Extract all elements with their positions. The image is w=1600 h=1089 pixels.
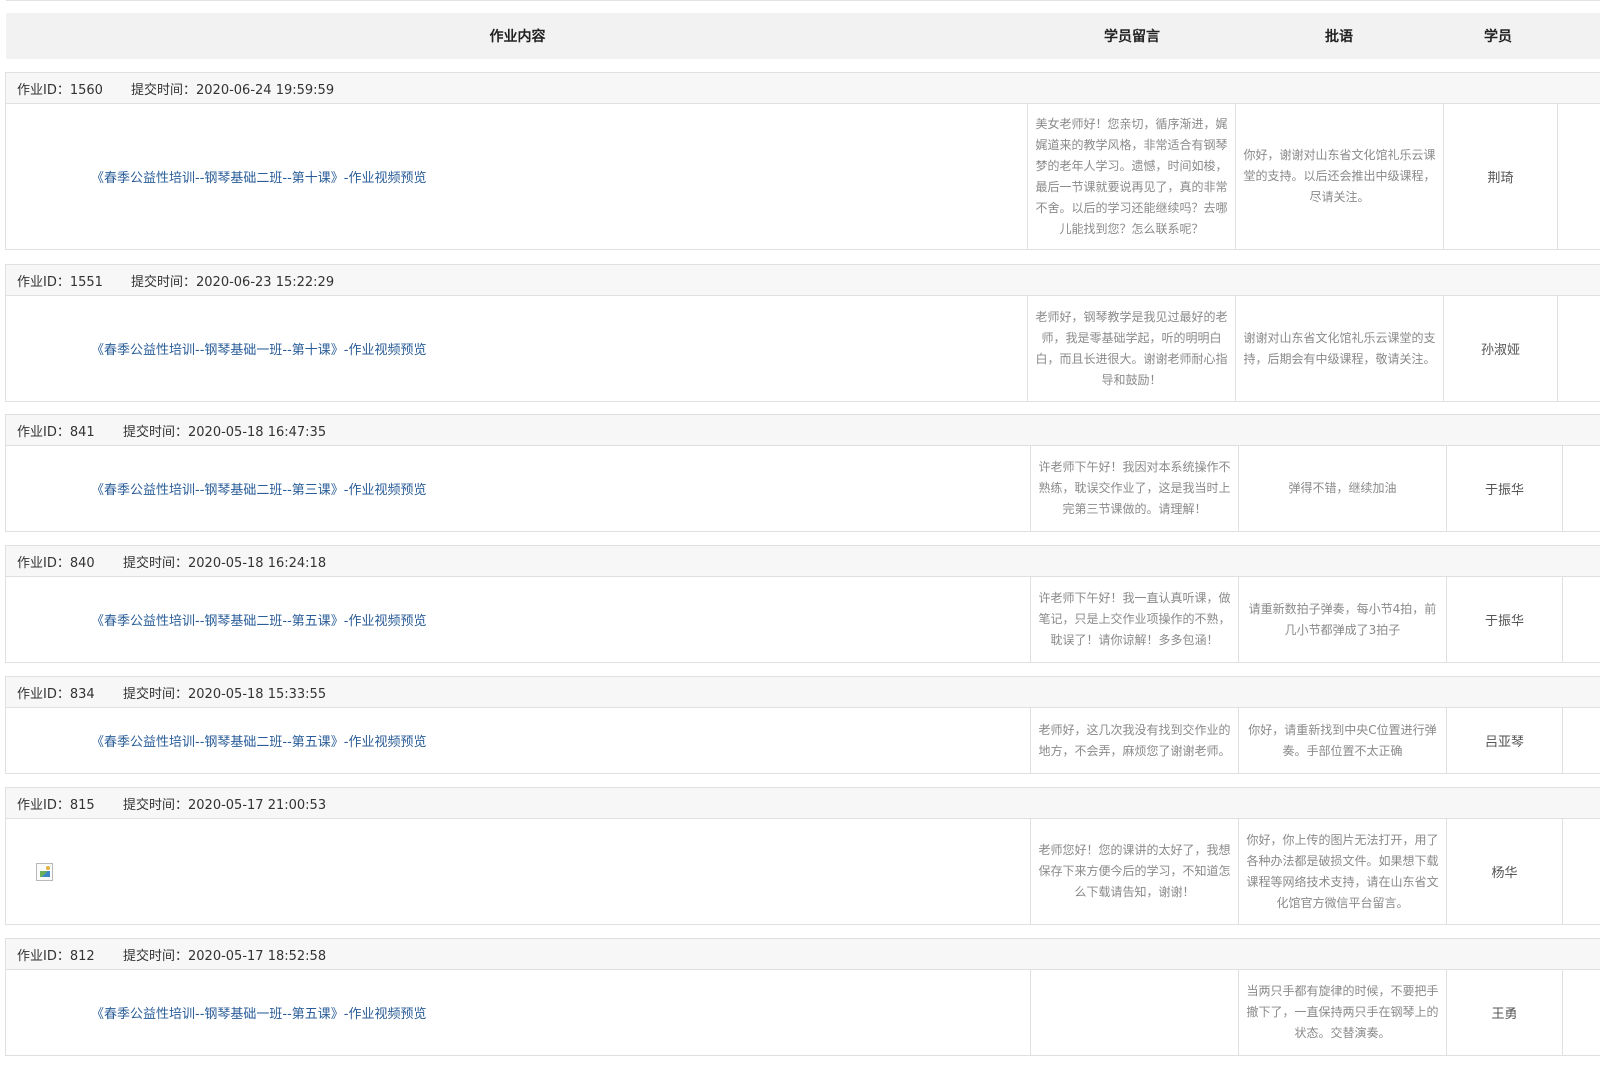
- homework-video-preview-link[interactable]: 《春季公益性培训--钢琴基础一班--第五课》-作业视频预览: [91, 1003, 426, 1022]
- extra-cell: [1557, 296, 1600, 401]
- record-meta: 作业ID：834 提交时间：2020-05-18 15:33:55: [5, 676, 1600, 708]
- record-meta: 作业ID：815 提交时间：2020-05-17 21:00:53: [5, 787, 1600, 819]
- homework-record: 作业ID：840 提交时间：2020-05-18 16:24:18 《春季公益性…: [5, 545, 1600, 663]
- record-submitted-time: 提交时间：2020-05-17 21:00:53: [123, 797, 327, 813]
- content-cell: 《春季公益性培训--钢琴基础一班--第五课》-作业视频预览: [6, 970, 1030, 1055]
- record-meta: 作业ID：812 提交时间：2020-05-17 18:52:58: [5, 938, 1600, 970]
- extra-cell: [1562, 577, 1600, 662]
- record-submitted-time: 提交时间：2020-05-17 18:52:58: [123, 948, 327, 964]
- student-message: 老师您好！您的课讲的太好了，我想保存下来方便今后的学习，不知道怎么下载请告知，谢…: [1030, 819, 1238, 924]
- content-cell: 《春季公益性培训--钢琴基础二班--第五课》-作业视频预览: [6, 708, 1030, 773]
- record-meta: 作业ID：841 提交时间：2020-05-18 16:47:35: [5, 414, 1600, 446]
- homework-video-preview-link[interactable]: 《春季公益性培训--钢琴基础二班--第五课》-作业视频预览: [91, 731, 426, 750]
- header-comment: 批语: [1325, 29, 1353, 45]
- homework-record: 作业ID：812 提交时间：2020-05-17 18:52:58 《春季公益性…: [5, 938, 1600, 1056]
- homework-video-preview-link[interactable]: 《春季公益性培训--钢琴基础二班--第五课》-作业视频预览: [91, 610, 426, 629]
- content-cell: 《春季公益性培训--钢琴基础一班--第十课》-作业视频预览: [6, 296, 1027, 401]
- student-message: 许老师下午好！我一直认真听课，做笔记，只是上交作业项操作的不熟，耽误了！请你谅解…: [1030, 577, 1238, 662]
- content-cell: 《春季公益性培训--钢琴基础二班--第十课》-作业视频预览: [6, 104, 1027, 249]
- student-name: 于振华: [1446, 446, 1562, 531]
- student-name: 孙淑娅: [1443, 296, 1557, 401]
- extra-cell: [1562, 446, 1600, 531]
- student-message: 许老师下午好！我因对本系统操作不熟练，耽误交作业了，这是我当时上完第三节课做的。…: [1030, 446, 1238, 531]
- content-cell: 《春季公益性培训--钢琴基础二班--第三课》-作业视频预览: [6, 446, 1030, 531]
- record-submitted-time: 提交时间：2020-05-18 15:33:55: [123, 686, 327, 702]
- record-meta: 作业ID：840 提交时间：2020-05-18 16:24:18: [5, 545, 1600, 577]
- teacher-comment: 谢谢对山东省文化馆礼乐云课堂的支持，后期会有中级课程，敬请关注。: [1235, 296, 1443, 401]
- record-id: 作业ID：841: [17, 424, 95, 440]
- extra-cell: [1562, 819, 1600, 924]
- homework-record: 作业ID：1560 提交时间：2020-06-24 19:59:59 《春季公益…: [5, 72, 1600, 250]
- table-header: 作业内容 学员留言 批语 学员: [6, 13, 1600, 59]
- record-id: 作业ID：812: [17, 948, 95, 964]
- table-row: 《春季公益性培训--钢琴基础二班--第五课》-作业视频预览 老师好，这几次我没有…: [5, 708, 1600, 774]
- record-id: 作业ID：1560: [17, 82, 103, 98]
- student-message: 老师好，钢琴教学是我见过最好的老师，我是零基础学起，听的明明白白，而且长进很大。…: [1027, 296, 1235, 401]
- top-divider: [6, 0, 1600, 1]
- homework-record: 作业ID：1551 提交时间：2020-06-23 15:22:29 《春季公益…: [5, 264, 1600, 402]
- record-id: 作业ID：834: [17, 686, 95, 702]
- record-meta: 作业ID：1551 提交时间：2020-06-23 15:22:29: [5, 264, 1600, 296]
- student-message: [1030, 970, 1238, 1055]
- student-message: 老师好，这几次我没有找到交作业的地方，不会弄，麻烦您了谢谢老师。: [1030, 708, 1238, 773]
- record-id: 作业ID：815: [17, 797, 95, 813]
- teacher-comment: 请重新数拍子弹奏，每小节4拍，前几小节都弹成了3拍子: [1238, 577, 1446, 662]
- homework-video-preview-link[interactable]: 《春季公益性培训--钢琴基础一班--第十课》-作业视频预览: [91, 339, 426, 358]
- homework-video-preview-link[interactable]: 《春季公益性培训--钢琴基础二班--第十课》-作业视频预览: [91, 167, 426, 186]
- homework-record: 作业ID：815 提交时间：2020-05-17 21:00:53 老师您好！您…: [5, 787, 1600, 925]
- record-submitted-time: 提交时间：2020-06-23 15:22:29: [131, 274, 335, 290]
- teacher-comment: 你好，请重新找到中央C位置进行弹奏。手部位置不太正确: [1238, 708, 1446, 773]
- content-cell: [6, 819, 1030, 924]
- teacher-comment: 弹得不错，继续加油: [1238, 446, 1446, 531]
- student-name: 于振华: [1446, 577, 1562, 662]
- record-submitted-time: 提交时间：2020-06-24 19:59:59: [131, 82, 335, 98]
- homework-video-preview-link[interactable]: 《春季公益性培训--钢琴基础二班--第三课》-作业视频预览: [91, 479, 426, 498]
- student-message: 美女老师好！您亲切，循序渐进，娓娓道来的教学风格，非常适合有钢琴梦的老年人学习。…: [1027, 104, 1235, 249]
- table-row: 《春季公益性培训--钢琴基础一班--第十课》-作业视频预览 老师好，钢琴教学是我…: [5, 296, 1600, 402]
- teacher-comment: 你好，你上传的图片无法打开，用了各种办法都是破损文件。如果想下载课程等网络技术支…: [1238, 819, 1446, 924]
- content-cell: 《春季公益性培训--钢琴基础二班--第五课》-作业视频预览: [6, 577, 1030, 662]
- student-name: 吕亚琴: [1446, 708, 1562, 773]
- extra-cell: [1562, 708, 1600, 773]
- header-student: 学员: [1484, 29, 1512, 45]
- record-id: 作业ID：840: [17, 555, 95, 571]
- header-message: 学员留言: [1104, 29, 1160, 45]
- record-meta: 作业ID：1560 提交时间：2020-06-24 19:59:59: [5, 72, 1600, 104]
- broken-image-icon[interactable]: [36, 862, 53, 881]
- teacher-comment: 当两只手都有旋律的时候，不要把手撤下了，一直保持两只手在钢琴上的状态。交替演奏。: [1238, 970, 1446, 1055]
- student-name: 王勇: [1446, 970, 1562, 1055]
- teacher-comment: 你好，谢谢对山东省文化馆礼乐云课堂的支持。以后还会推出中级课程，尽请关注。: [1235, 104, 1443, 249]
- homework-record: 作业ID：841 提交时间：2020-05-18 16:47:35 《春季公益性…: [5, 414, 1600, 532]
- student-name: 荆琦: [1443, 104, 1557, 249]
- table-row: 《春季公益性培训--钢琴基础一班--第五课》-作业视频预览 当两只手都有旋律的时…: [5, 970, 1600, 1056]
- table-row: 《春季公益性培训--钢琴基础二班--第十课》-作业视频预览 美女老师好！您亲切，…: [5, 104, 1600, 250]
- homework-record: 作业ID：834 提交时间：2020-05-18 15:33:55 《春季公益性…: [5, 676, 1600, 774]
- table-row: 《春季公益性培训--钢琴基础二班--第三课》-作业视频预览 许老师下午好！我因对…: [5, 446, 1600, 532]
- record-submitted-time: 提交时间：2020-05-18 16:24:18: [123, 555, 327, 571]
- record-id: 作业ID：1551: [17, 274, 103, 290]
- student-name: 杨华: [1446, 819, 1562, 924]
- record-submitted-time: 提交时间：2020-05-18 16:47:35: [123, 424, 327, 440]
- table-row: 《春季公益性培训--钢琴基础二班--第五课》-作业视频预览 许老师下午好！我一直…: [5, 577, 1600, 663]
- table-row: 老师您好！您的课讲的太好了，我想保存下来方便今后的学习，不知道怎么下载请告知，谢…: [5, 819, 1600, 925]
- extra-cell: [1562, 970, 1600, 1055]
- header-content: 作业内容: [489, 29, 546, 45]
- extra-cell: [1557, 104, 1600, 249]
